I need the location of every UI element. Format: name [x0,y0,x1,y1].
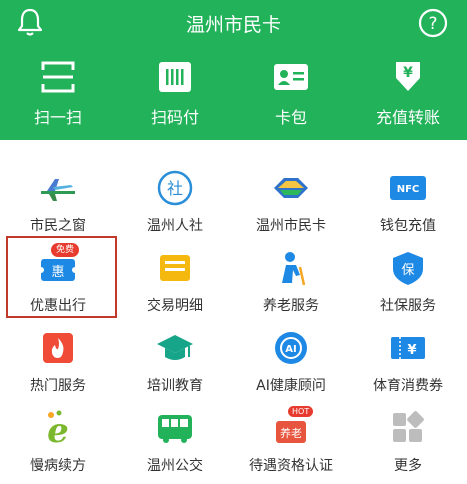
service-label: AI健康顾问 [256,378,326,394]
service-label: 热门服务 [30,378,86,394]
svg-text:社: 社 [167,179,183,198]
service-popular[interactable]: 热门服务 [0,321,116,401]
service-label: 培训教育 [147,378,203,394]
service-label: 慢病续方 [30,458,86,474]
card-icon [274,64,308,90]
service-label: 温州人社 [147,218,203,234]
pay-code-button[interactable]: 扫码付 [117,60,233,130]
airplane-icon [41,179,75,201]
service-label: 交易明细 [147,298,203,314]
graduation-icon [157,335,193,360]
service-transaction-detail[interactable]: 交易明细 [117,241,233,321]
service-label: 待遇资格认证 [249,458,333,474]
recharge-button[interactable]: ¥ 充值转账 [350,60,466,130]
help-icon[interactable]: ? [418,8,448,38]
service-label: 社保服务 [380,298,436,314]
service-citizen-window[interactable]: 市民之窗 [0,161,116,241]
svg-text:AI: AI [285,344,296,355]
citizen-card-icon [274,178,308,198]
svg-text:?: ? [428,14,437,34]
coupon-icon: ¥ [391,337,425,359]
service-label: 温州公交 [147,458,203,474]
fire-icon [43,333,73,363]
service-label: 钱包充值 [380,218,436,234]
insurance-icon: 保 [393,252,423,285]
social-icon: 社 [157,170,193,206]
scan-icon [41,61,75,93]
app-header: 温州市民卡 ? 扫一扫 扫码付 卡包 ¥ 充值转账 [0,0,467,140]
service-label: 养老服务 [263,298,319,314]
elderly-icon [282,252,306,286]
service-more[interactable]: 更多 [350,401,466,481]
service-elderly-care[interactable]: 养老服务 [233,241,349,321]
recharge-label: 充值转账 [375,108,440,127]
top-bar: 温州市民卡 ? [0,0,467,44]
service-wallet-recharge[interactable]: NFC 钱包充值 [350,161,466,241]
bus-icon [158,415,192,443]
nfc-icon: NFC [390,176,426,200]
service-training-education[interactable]: 培训教育 [117,321,233,401]
scan-label: 扫一扫 [33,108,82,127]
recharge-icon: ¥ [396,62,420,91]
hot-badge: HOT [288,406,314,417]
free-badge: 免费 [51,243,80,257]
service-social-security[interactable]: 保 社保服务 [350,241,466,321]
card-wallet-button[interactable]: 卡包 [233,60,349,130]
service-chronic-prescription[interactable]: e 慢病续方 [0,401,116,481]
service-label: 温州市民卡 [256,218,326,234]
page-title: 温州市民卡 [185,14,281,36]
service-citizen-card[interactable]: 温州市民卡 [233,161,349,241]
svg-text:¥: ¥ [403,65,413,81]
svg-text:NFC: NFC [397,184,420,195]
prescription-icon: e [47,410,69,447]
more-icon [393,411,424,442]
transaction-icon [160,255,190,281]
service-label: 更多 [394,458,422,474]
card-wallet-label: 卡包 [274,108,307,127]
service-label: 体育消费券 [373,378,443,394]
service-label: 市民之窗 [30,218,86,234]
service-wenzhou-social[interactable]: 社 温州人社 [117,161,233,241]
pay-code-label: 扫码付 [150,108,199,127]
scan-button[interactable]: 扫一扫 [0,60,116,130]
service-ai-health[interactable]: AI AI健康顾问 [233,321,349,401]
barcode-icon [159,62,191,92]
svg-text:养老: 养老 [280,426,302,440]
service-sports-coupon[interactable]: ¥ 体育消费券 [350,321,466,401]
service-wenzhou-bus[interactable]: 温州公交 [117,401,233,481]
svg-text:保: 保 [401,263,414,278]
ai-icon: AI [275,332,307,364]
svg-text:¥: ¥ [407,343,416,358]
